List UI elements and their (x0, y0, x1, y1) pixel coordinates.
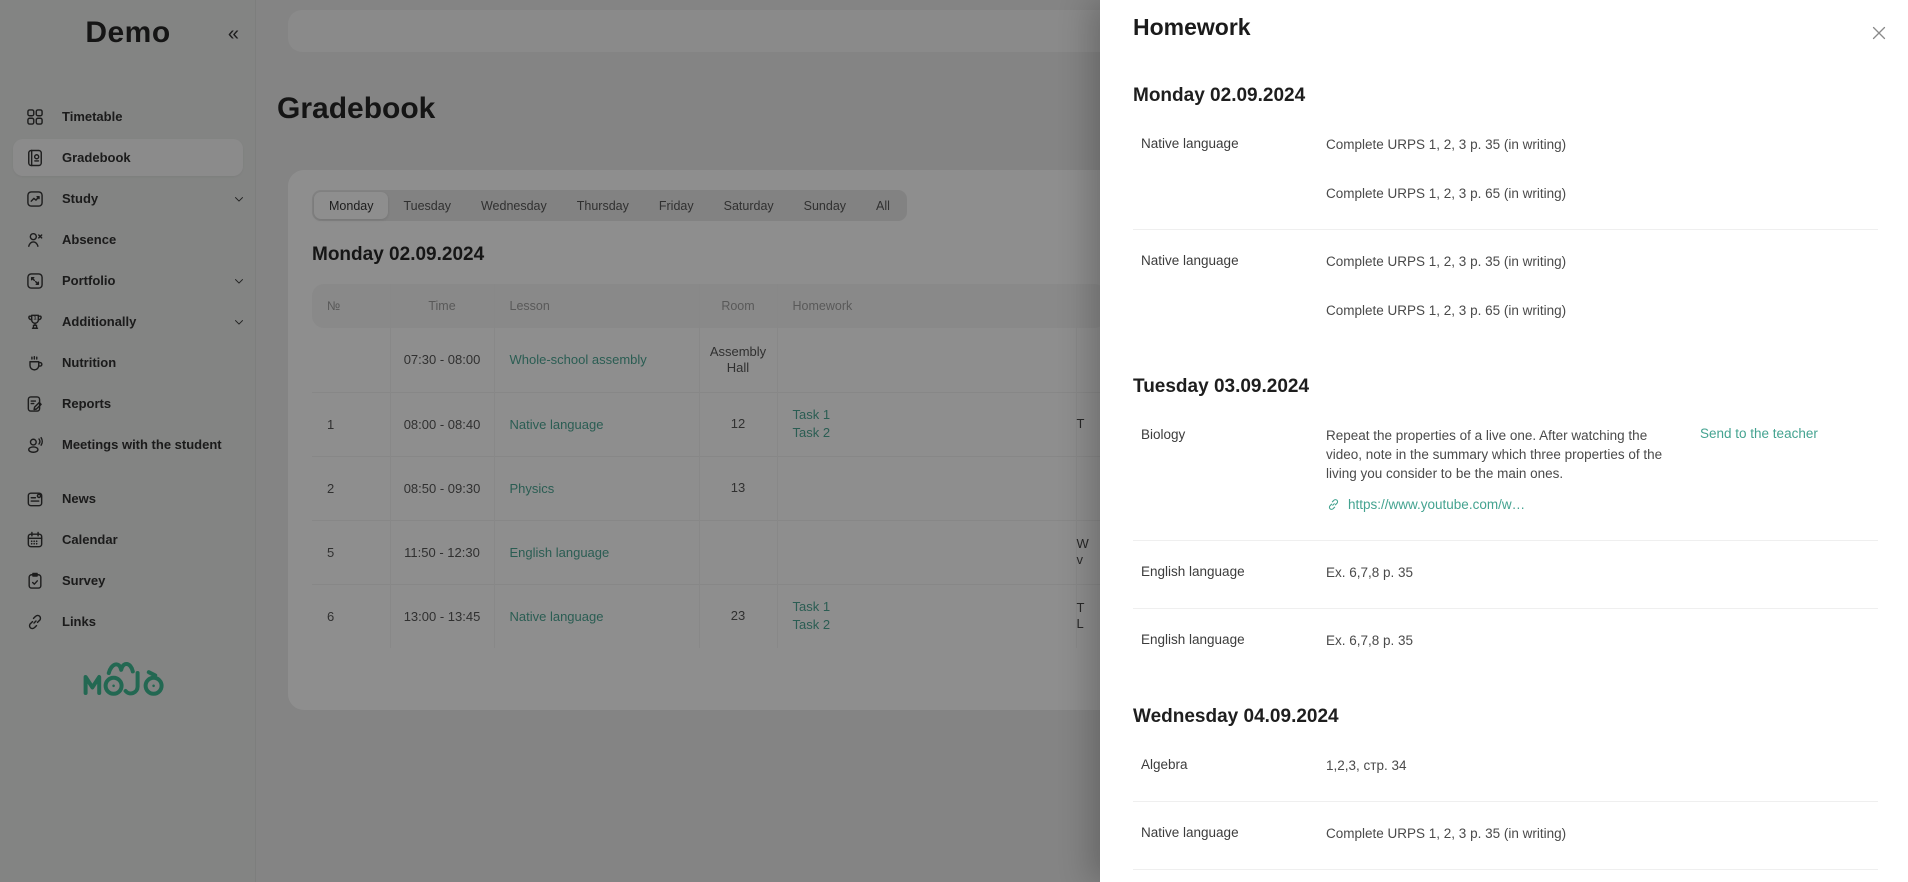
homework-url-link[interactable]: https://www.youtube.com/w… (1348, 495, 1525, 514)
homework-day-title: Wednesday 04.09.2024 (1133, 706, 1878, 728)
homework-subject: Native language (1133, 252, 1326, 320)
drawer-title: Homework (1133, 14, 1878, 41)
homework-tasks: Repeat the properties of a live one. Aft… (1326, 426, 1671, 514)
app: Demo « TimetableGradebookStudyAbsencePor… (0, 0, 1908, 882)
homework-subject: Native language (1133, 824, 1326, 843)
homework-task-text: Complete URPS 1, 2, 3 p. 35 (in writing) (1326, 824, 1671, 843)
homework-entry: English languageEx. 6,7,8 p. 35 (1133, 540, 1878, 608)
homework-task-text: Complete URPS 1, 2, 3 p. 65 (in writing) (1326, 184, 1671, 203)
homework-entry: Native languageComplete URPS 1, 2, 3 p. … (1133, 113, 1878, 229)
homework-day-section: Monday 02.09.2024Native languageComplete… (1133, 85, 1878, 346)
homework-task-text: Complete URPS 1, 2, 3 p. 35 (in writing) (1326, 252, 1671, 271)
homework-day-section: Wednesday 04.09.2024 Algebra1,2,3, стр. 3… (1133, 706, 1878, 870)
homework-subject: English language (1133, 631, 1326, 650)
homework-day-section: Tuesday 03.09.2024 BiologyRepeat the prop… (1133, 376, 1878, 676)
homework-entry: Algebra1,2,3, стр. 34 (1133, 734, 1878, 801)
homework-subject: Native language (1133, 135, 1326, 203)
send-to-teacher-link[interactable]: Send to the teacher (1700, 426, 1818, 441)
homework-drawer: Homework Monday 02.09.2024 Native languag… (1100, 0, 1908, 882)
homework-entry: Native languageComplete URPS 1, 2, 3 p. … (1133, 801, 1878, 870)
homework-tasks: Complete URPS 1, 2, 3 p. 35 (in writing)… (1326, 252, 1671, 320)
modal-scrim[interactable] (0, 0, 1100, 882)
homework-day-title: Tuesday 03.09.2024 (1133, 376, 1878, 398)
homework-task-text: Complete URPS 1, 2, 3 p. 35 (in writing) (1326, 135, 1671, 154)
homework-tasks: Complete URPS 1, 2, 3 p. 35 (in writing) (1326, 824, 1671, 843)
drawer-content: Monday 02.09.2024Native languageComplete… (1133, 85, 1878, 870)
homework-task-text: Ex. 6,7,8 p. 35 (1326, 563, 1671, 582)
homework-task-text: Ex. 6,7,8 p. 35 (1326, 631, 1671, 650)
homework-tasks: 1,2,3, стр. 34 (1326, 756, 1671, 775)
homework-day-title: Monday 02.09.2024 (1133, 85, 1878, 107)
link-chain-icon (1326, 497, 1341, 512)
homework-tasks: Ex. 6,7,8 p. 35 (1326, 563, 1671, 582)
homework-subject: Biology (1133, 426, 1326, 514)
homework-subject: Algebra (1133, 756, 1326, 775)
homework-subject: English language (1133, 563, 1326, 582)
homework-link-row: https://www.youtube.com/w… (1326, 495, 1671, 514)
homework-task-text: Repeat the properties of a live one. Aft… (1326, 426, 1671, 483)
homework-task-text: 1,2,3, стр. 34 (1326, 756, 1671, 775)
homework-task-text: Complete URPS 1, 2, 3 p. 65 (in writing) (1326, 301, 1671, 320)
homework-entry: BiologyRepeat the properties of a live o… (1133, 404, 1878, 540)
homework-tasks: Complete URPS 1, 2, 3 p. 35 (in writing)… (1326, 135, 1671, 203)
homework-tasks: Ex. 6,7,8 p. 35 (1326, 631, 1671, 650)
homework-entry: English languageEx. 6,7,8 p. 35 (1133, 608, 1878, 676)
homework-entry: Native languageComplete URPS 1, 2, 3 p. … (1133, 229, 1878, 346)
close-icon[interactable] (1868, 22, 1892, 46)
